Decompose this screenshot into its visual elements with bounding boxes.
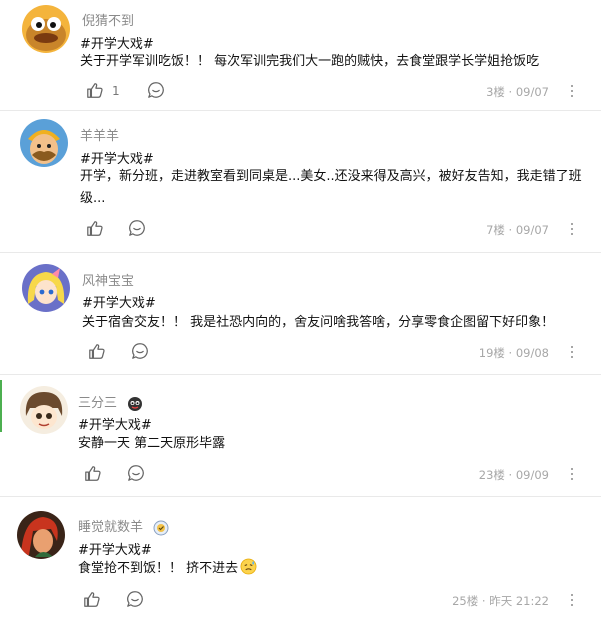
- comment-text: 安静一天 第二天原形毕露: [78, 436, 226, 451]
- comment-text: 食堂抢不到饭！！ 挤不进去: [78, 558, 587, 580]
- divider: [0, 374, 601, 375]
- creature-badge-icon: [128, 396, 143, 411]
- thumbs-up-icon[interactable]: [83, 590, 101, 608]
- comment-text: 关于宿舍交友！！ 我是社恐内向的，舍友问啥我答啥，分享零食企图留下好印象！: [82, 315, 555, 330]
- left-accent-marker: [0, 380, 2, 432]
- hashtag[interactable]: #开学大戏#: [78, 539, 152, 558]
- divider: [0, 496, 601, 497]
- reply-icon[interactable]: [131, 342, 149, 360]
- comment-text-content: 食堂抢不到饭！！ 挤不进去: [78, 561, 239, 576]
- avatar[interactable]: [22, 264, 70, 312]
- comment-item: 倪猜不到 #开学大戏# 关于开学军训吃饭！！ 每次军训完我们大一跑的贼快，去食堂…: [0, 0, 601, 118]
- floor-date: 3楼 · 09/07: [486, 85, 549, 99]
- avatar[interactable]: [17, 511, 65, 559]
- thumbs-up-icon[interactable]: [88, 342, 106, 360]
- level-badge-icon: [153, 520, 169, 535]
- thumbs-up-icon[interactable]: [84, 464, 102, 482]
- username[interactable]: 睡觉就数羊: [78, 516, 169, 536]
- floor-date: 19楼 · 09/08: [478, 346, 549, 360]
- anime-girl-avatar-icon: [22, 264, 70, 312]
- reply-icon[interactable]: [128, 219, 146, 237]
- comment-text: 关于开学军训吃饭！！ 每次军训完我们大一跑的贼快，去食堂跟学长学姐抢饭吃: [80, 54, 540, 69]
- reply-icon[interactable]: [147, 81, 165, 99]
- more-options-icon[interactable]: [570, 223, 574, 237]
- barbarian-avatar-icon: [20, 119, 68, 167]
- floor-date: 25楼 · 昨天 21:22: [452, 594, 549, 608]
- comment-text: 开学，新分班，走进教室看到同桌是...美女..还没来得及高兴，被好友告知，我走错…: [80, 169, 582, 206]
- thumbs-up-icon[interactable]: [86, 81, 104, 99]
- hashtag[interactable]: #开学大戏#: [80, 148, 154, 167]
- avatar[interactable]: [20, 386, 68, 434]
- username[interactable]: 倪猜不到: [82, 10, 134, 29]
- username-text[interactable]: 睡觉就数羊: [78, 520, 143, 535]
- hashtag[interactable]: #开学大戏#: [80, 33, 154, 52]
- floor-date: 23楼 · 09/09: [478, 468, 549, 482]
- username-text[interactable]: 三分三: [78, 396, 117, 411]
- thumbs-up-icon[interactable]: [86, 219, 104, 237]
- chibi-boy-avatar-icon: [20, 386, 68, 434]
- like-count: 1: [112, 84, 120, 98]
- duck-avatar-icon: [22, 5, 70, 53]
- more-options-icon[interactable]: [570, 346, 574, 360]
- username[interactable]: 羊羊羊: [80, 125, 119, 144]
- more-options-icon[interactable]: [570, 85, 574, 99]
- avatar[interactable]: [22, 5, 70, 53]
- hashtag[interactable]: #开学大戏#: [78, 414, 152, 433]
- sweat-face-emoji-icon: [240, 558, 257, 575]
- reply-icon[interactable]: [127, 464, 145, 482]
- red-hair-avatar-icon: [17, 511, 65, 559]
- floor-date: 7楼 · 09/07: [486, 223, 549, 237]
- divider: [0, 252, 601, 253]
- more-options-icon[interactable]: [570, 594, 574, 608]
- hashtag[interactable]: #开学大戏#: [82, 292, 156, 311]
- avatar[interactable]: [20, 119, 68, 167]
- reply-icon[interactable]: [126, 590, 144, 608]
- username[interactable]: 三分三: [78, 392, 143, 412]
- divider: [0, 110, 601, 111]
- more-options-icon[interactable]: [570, 468, 574, 482]
- username[interactable]: 风神宝宝: [82, 270, 134, 289]
